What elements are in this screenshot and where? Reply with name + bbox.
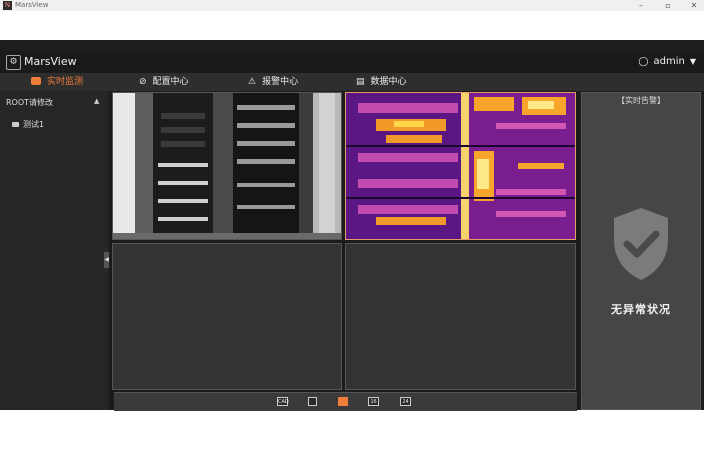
thermal-camera-image [346, 93, 575, 239]
tab-label: 数据中心 [370, 77, 407, 87]
visible-camera-image [113, 93, 341, 239]
alarm-icon: ⚠ [248, 77, 257, 87]
maximize-button[interactable]: ▫ [658, 0, 678, 11]
window-title: MarsView [15, 1, 49, 9]
video-pane-empty-4[interactable] [345, 243, 576, 390]
camera-icon [12, 122, 19, 127]
layout-24-button[interactable]: 24 [400, 397, 411, 406]
person-icon: ◯ [638, 57, 649, 67]
tab-realtime-monitor[interactable]: 实时监测 [31, 73, 83, 91]
user-name: admin [653, 56, 685, 67]
sidebar-collapse-handle[interactable]: ◀ [104, 252, 109, 268]
device-tree-sidebar: ROOT请修改 ▲ 测试1 [0, 91, 108, 410]
video-pane-empty-3[interactable] [112, 243, 342, 390]
app-window: ⚙ MarsView ◯ admin ▼ 实时监测 ⊘ 配置中心 ⚠ 报警中心 ▤ 数据中… [0, 40, 704, 411]
video-grid [110, 92, 580, 410]
tab-data-center[interactable]: ▤ 数据中心 [356, 73, 407, 91]
alarm-status-text: 无异常状况 [611, 303, 671, 316]
tree-item-camera[interactable]: 测试1 [12, 119, 44, 130]
tab-config-center[interactable]: ⊘ 配置中心 [139, 73, 189, 91]
main-nav: 实时监测 ⊘ 配置中心 ⚠ 报警中心 ▤ 数据中心 [0, 73, 704, 91]
gear-icon: ⚙ [6, 55, 21, 70]
settings-icon: ⊘ [139, 77, 147, 87]
tree-root-label[interactable]: ROOT请修改 [6, 97, 53, 108]
tab-alarm-center[interactable]: ⚠ 报警中心 [248, 73, 298, 91]
shield-check-icon [614, 208, 668, 280]
layout-16-button[interactable]: 16 [368, 397, 379, 406]
tab-label: 实时监测 [47, 77, 84, 87]
tree-item-label: 测试1 [23, 120, 45, 129]
video-pane-thermal[interactable] [345, 92, 576, 240]
layout-cad-button[interactable]: CAD [277, 397, 289, 406]
minimize-button[interactable]: – [631, 0, 651, 11]
close-button[interactable]: ✕ [684, 0, 704, 11]
chevron-up-icon[interactable]: ▲ [94, 97, 99, 105]
brand-name: MarsView [24, 55, 77, 68]
realtime-alarm-panel: 【实时告警】 无异常状况 [581, 92, 701, 410]
layout-toolbar: CAD 16 24 [114, 392, 577, 411]
monitor-icon [31, 77, 41, 85]
chart-icon: ▤ [356, 77, 365, 87]
tab-label: 配置中心 [152, 77, 189, 87]
layout-single-button[interactable] [308, 397, 317, 406]
caret-down-icon: ▼ [689, 57, 696, 66]
app-header: ⚙ MarsView ◯ admin ▼ [0, 51, 704, 73]
layout-quad-button[interactable] [338, 397, 348, 406]
app-logo-icon: N [3, 1, 12, 10]
alarm-panel-title: 【实时告警】 [617, 96, 665, 105]
video-pane-visible[interactable] [112, 92, 342, 240]
tab-label: 报警中心 [262, 77, 299, 87]
user-menu[interactable]: ◯ admin ▼ [638, 51, 696, 73]
window-titlebar: N MarsView – ▫ ✕ [0, 0, 704, 11]
